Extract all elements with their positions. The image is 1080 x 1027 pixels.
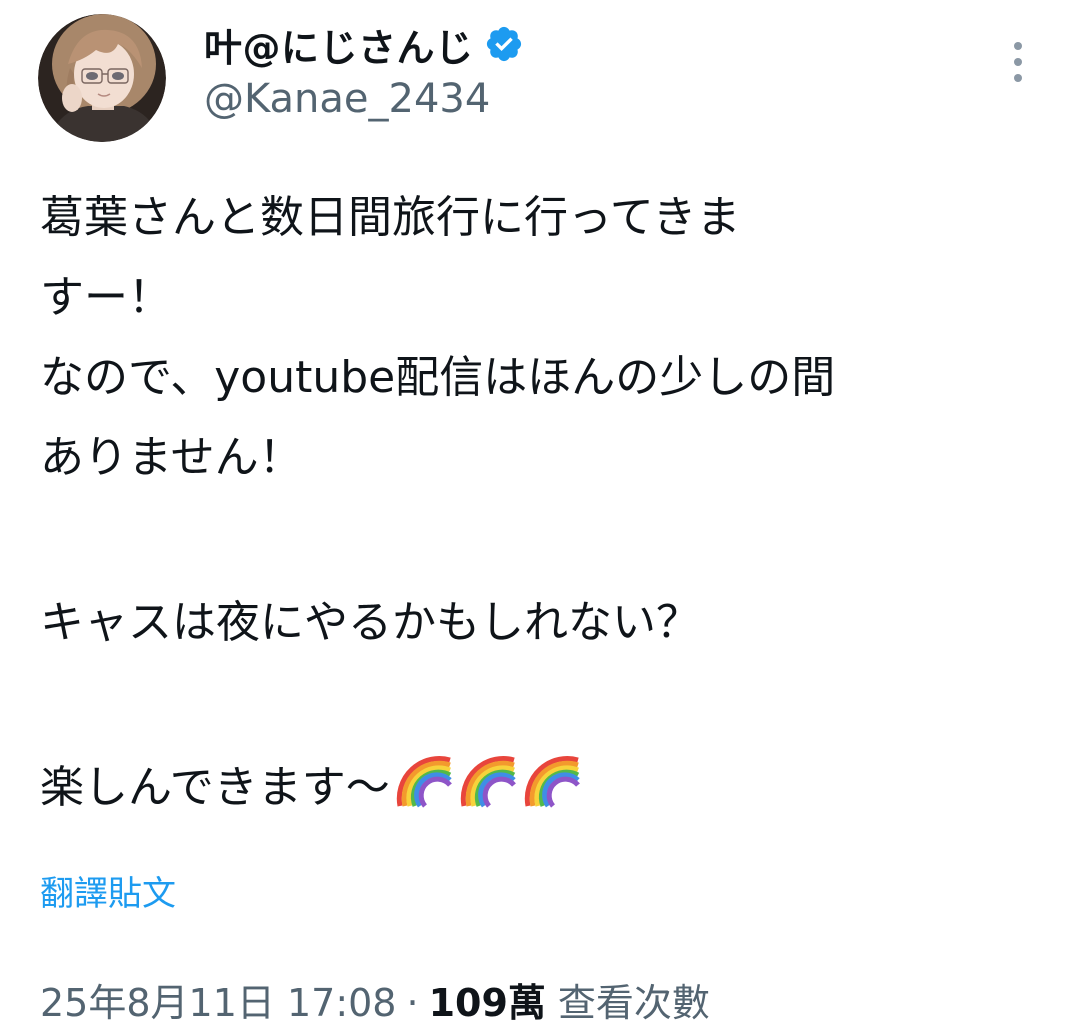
avatar[interactable]	[38, 14, 166, 142]
tweet-last-line: 楽しんできます〜	[40, 748, 1030, 828]
tweet-line: キャスは夜にやるかもしれない？	[40, 597, 700, 648]
profile-avatar-image	[38, 14, 166, 142]
tweet-meta: 25年8月11日 17:08 · 109萬 查看次數	[40, 972, 710, 1027]
tweet-line: すー！	[40, 272, 172, 323]
more-options-button[interactable]	[996, 34, 1040, 90]
translate-post-link[interactable]: 翻譯貼文	[40, 866, 176, 915]
meta-separator: ·	[406, 981, 419, 1025]
tweet-line: 葛葉さんと数日間旅行に行ってきま	[40, 192, 741, 243]
rainbow-icon	[396, 756, 452, 808]
tweet-text: 葛葉さんと数日間旅行に行ってきま すー！ なので、youtube配信はほんの少し…	[40, 178, 1030, 828]
verified-badge-icon	[486, 26, 521, 62]
rainbow-icon	[524, 756, 580, 808]
timestamp[interactable]: 25年8月11日 17:08	[40, 972, 396, 1027]
views-count: 109萬	[428, 981, 546, 1025]
author-handle[interactable]: @Kanae_2434	[204, 76, 490, 122]
display-name: 叶@にじさんじ	[204, 25, 474, 70]
display-name-row[interactable]: 叶@にじさんじ	[204, 14, 524, 74]
views-label: 查看次數	[557, 981, 710, 1025]
rainbow-icon	[460, 756, 516, 808]
tweet-line: ありません！	[40, 432, 303, 483]
tweet-line-text: 楽しんできます〜	[40, 762, 390, 813]
tweet-line: なので、youtube配信はほんの少しの間	[40, 352, 836, 403]
more-vertical-icon	[1014, 42, 1022, 82]
emoji-group	[394, 754, 582, 810]
